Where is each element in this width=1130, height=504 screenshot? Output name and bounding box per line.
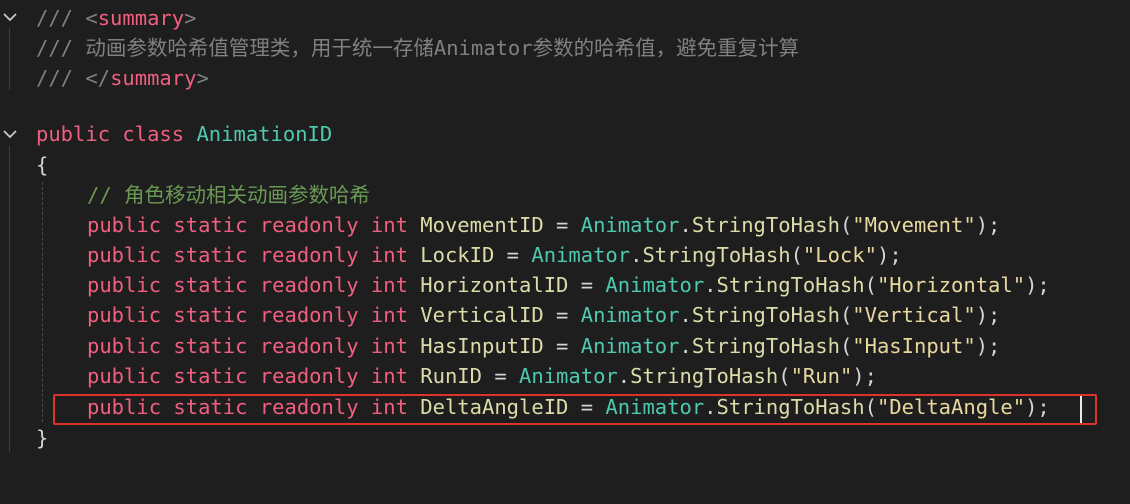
- keyword: readonly: [259, 273, 359, 297]
- keyword: static: [173, 303, 248, 327]
- type-name: Animator: [531, 243, 631, 267]
- string-literal: "Movement": [852, 213, 976, 237]
- string-literal: "Horizontal": [876, 273, 1026, 297]
- keyword: public: [87, 213, 162, 237]
- keyword: int: [370, 364, 408, 388]
- method-name: StringToHash: [642, 243, 791, 267]
- class-declaration[interactable]: public class AnimationID: [36, 119, 332, 149]
- field-declaration[interactable]: public static readonly int HasInputID = …: [87, 331, 1000, 361]
- close-brace[interactable]: }: [36, 423, 48, 453]
- method-name: StringToHash: [691, 334, 840, 358]
- code-comment[interactable]: // 角色移动相关动画参数哈希: [87, 180, 370, 210]
- doc-comment-prefix: ///: [36, 6, 86, 30]
- field-name: MovementID: [420, 213, 544, 237]
- keyword: readonly: [259, 334, 359, 358]
- keyword: public: [36, 122, 111, 146]
- keyword: readonly: [259, 364, 359, 388]
- keyword: readonly: [259, 213, 359, 237]
- class-name: AnimationID: [196, 122, 333, 146]
- keyword: int: [370, 243, 408, 267]
- fold-chevron-down-icon[interactable]: [1, 125, 19, 143]
- type-name: Animator: [519, 364, 618, 388]
- xml-tag-close: >: [184, 6, 197, 30]
- open-brace[interactable]: {: [36, 150, 48, 180]
- keyword: public: [87, 243, 162, 267]
- field-name: HorizontalID: [420, 273, 569, 297]
- highlight-box: [53, 394, 1097, 425]
- field-declaration[interactable]: public static readonly int RunID = Anima…: [87, 361, 877, 391]
- field-declaration[interactable]: public static readonly int LockID = Anim…: [87, 240, 902, 270]
- keyword: int: [370, 273, 408, 297]
- type-name: Animator: [580, 334, 680, 358]
- doc-comment-text[interactable]: /// 动画参数哈希值管理类，用于统一存储Animator参数的哈希值，避免重复…: [36, 33, 799, 63]
- field-name: RunID: [420, 364, 482, 388]
- code-line[interactable]: /// <summary>: [36, 3, 196, 33]
- type-name: Animator: [580, 303, 680, 327]
- keyword: static: [173, 213, 248, 237]
- keyword: static: [173, 334, 248, 358]
- string-literal: "Lock": [802, 243, 877, 267]
- method-name: StringToHash: [630, 364, 779, 388]
- text-cursor: [1080, 396, 1082, 423]
- method-name: StringToHash: [716, 273, 865, 297]
- field-name: LockID: [420, 243, 495, 267]
- string-literal: "Run": [790, 364, 853, 388]
- field-name: VerticalID: [420, 303, 544, 327]
- field-declaration[interactable]: public static readonly int VerticalID = …: [87, 300, 1000, 330]
- method-name: StringToHash: [691, 213, 840, 237]
- type-name: Animator: [580, 213, 680, 237]
- xml-tag-close: >: [196, 66, 209, 90]
- type-name: Animator: [605, 273, 705, 297]
- field-declaration[interactable]: public static readonly int HorizontalID …: [87, 270, 1050, 300]
- keyword: static: [173, 243, 248, 267]
- fold-guide: [9, 146, 10, 452]
- xml-tag-name: summary: [110, 66, 197, 90]
- keyword: class: [122, 122, 185, 146]
- indent-guide: [42, 182, 43, 422]
- keyword: public: [87, 273, 162, 297]
- keyword: static: [173, 364, 248, 388]
- keyword: public: [87, 364, 162, 388]
- string-literal: "Vertical": [852, 303, 976, 327]
- fold-chevron-down-icon[interactable]: [1, 8, 19, 26]
- code-line[interactable]: /// </summary>: [36, 63, 209, 93]
- keyword: readonly: [259, 243, 359, 267]
- keyword: public: [87, 303, 162, 327]
- field-name: HasInputID: [420, 334, 544, 358]
- string-literal: "HasInput": [852, 334, 976, 358]
- fold-guide: [9, 28, 10, 90]
- keyword: int: [370, 303, 408, 327]
- keyword: static: [173, 273, 248, 297]
- code-editor[interactable]: /// <summary> /// 动画参数哈希值管理类，用于统一存储Anima…: [0, 0, 1130, 504]
- method-name: StringToHash: [691, 303, 840, 327]
- doc-comment-prefix: ///: [36, 66, 86, 90]
- keyword: readonly: [259, 303, 359, 327]
- xml-tag-name: summary: [97, 6, 185, 30]
- xml-tag-open: <: [85, 6, 98, 30]
- field-declaration[interactable]: public static readonly int MovementID = …: [87, 210, 1000, 240]
- xml-tag-open: </: [85, 66, 111, 90]
- keyword: int: [370, 213, 408, 237]
- keyword: int: [370, 334, 408, 358]
- keyword: public: [87, 334, 162, 358]
